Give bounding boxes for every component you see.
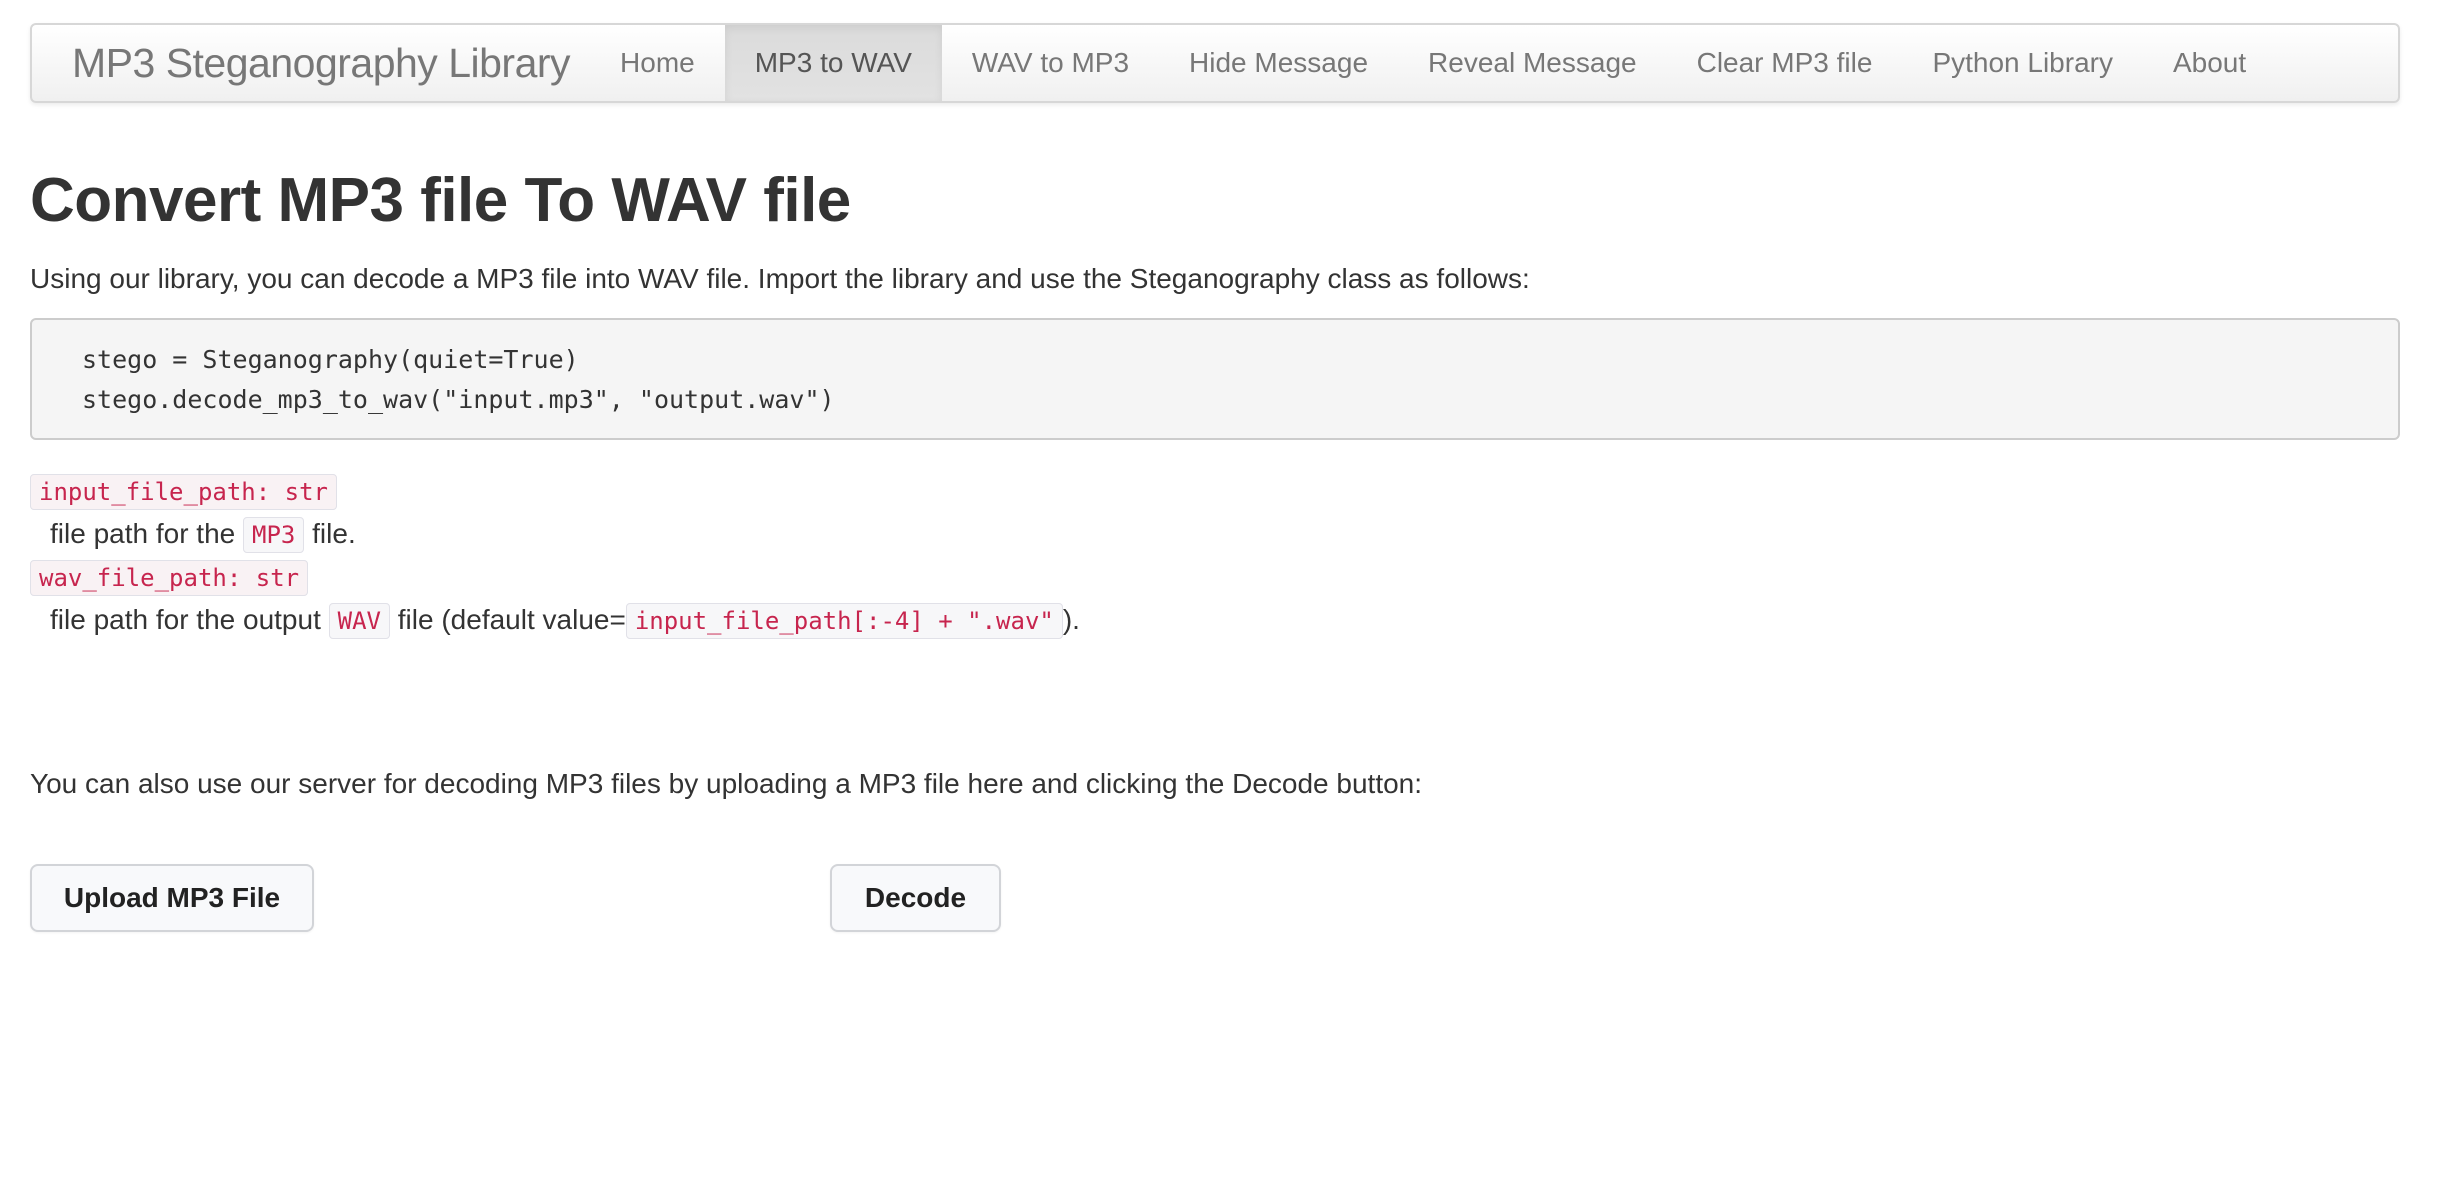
decode-button[interactable]: Decode: [830, 863, 1001, 932]
nav-item-clear-mp3-file[interactable]: Clear MP3 file: [1667, 25, 1903, 101]
param-name: input_file_path: str: [30, 474, 337, 511]
desc-text: file path for the output: [50, 604, 329, 636]
code-line: stego.decode_mp3_to_wav("input.mp3", "ou…: [82, 385, 835, 415]
param-name: wav_file_path: str: [30, 560, 309, 597]
server-instructions: You can also use our server for decoding…: [30, 768, 1423, 800]
page: MP3 Steganography Library Home MP3 to WA…: [0, 0, 2444, 1178]
page-title: Convert MP3 file To WAV file: [30, 166, 851, 235]
param-description: file path for the output WAV file (defau…: [30, 599, 2414, 642]
code-line: stego = Steganography(quiet=True): [82, 345, 579, 375]
inline-code: input_file_path[:-4] + ".wav": [625, 603, 1063, 640]
nav-item-wav-to-mp3[interactable]: WAV to MP3: [942, 25, 1159, 101]
navbar: MP3 Steganography Library Home MP3 to WA…: [30, 23, 2400, 103]
upload-mp3-button[interactable]: Upload MP3 File: [30, 863, 314, 932]
action-buttons: Upload MP3 File Decode: [30, 863, 2414, 934]
nav-item-reveal-message[interactable]: Reveal Message: [1398, 25, 1667, 101]
nav-item-hide-message[interactable]: Hide Message: [1159, 25, 1398, 101]
brand-title[interactable]: MP3 Steganography Library: [32, 25, 590, 101]
desc-text: ).: [1062, 604, 1080, 636]
nav-item-home[interactable]: Home: [590, 25, 725, 101]
param-description: file path for the MP3 file.: [30, 513, 2414, 556]
code-block: stego = Steganography(quiet=True) stego.d…: [30, 318, 2400, 441]
desc-text: file.: [304, 518, 356, 550]
param-wav-file-path: wav_file_path: str: [30, 556, 2414, 599]
desc-text: file (default value=: [390, 604, 626, 636]
nav-item-python-library[interactable]: Python Library: [1902, 25, 2143, 101]
nav-item-about[interactable]: About: [2143, 25, 2276, 101]
param-input-file-path: input_file_path: str: [30, 470, 2414, 513]
nav-menu: Home MP3 to WAV WAV to MP3 Hide Message …: [590, 25, 2276, 101]
parameters-list: input_file_path: str file path for the M…: [30, 470, 2414, 642]
inline-code: WAV: [328, 603, 390, 640]
desc-text: file path for the: [50, 518, 244, 550]
intro-text: Using our library, you can decode a MP3 …: [30, 263, 1530, 295]
nav-item-mp3-to-wav[interactable]: MP3 to WAV: [724, 25, 942, 101]
inline-code: MP3: [243, 517, 305, 554]
